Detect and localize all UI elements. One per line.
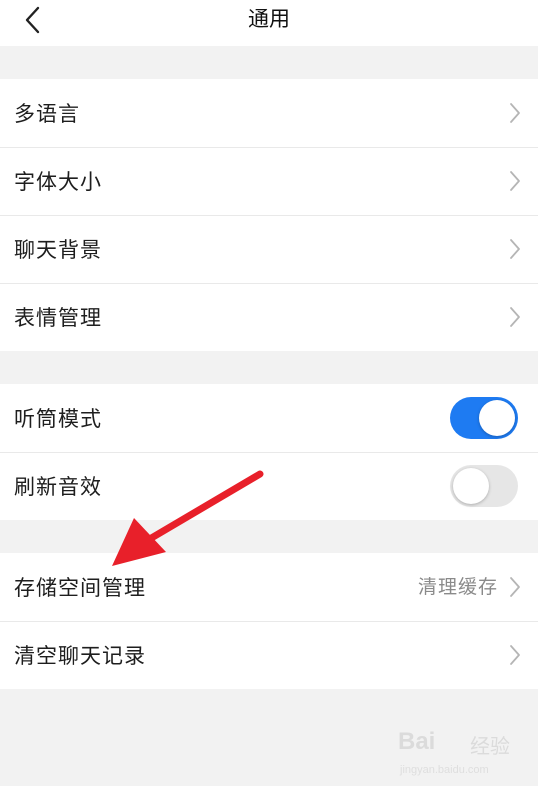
earpiece-mode-toggle[interactable] xyxy=(450,397,518,439)
row-label: 刷新音效 xyxy=(14,475,102,499)
nav-bar: 通用 xyxy=(0,0,538,46)
settings-row-earpiece-mode: 听筒模式 xyxy=(0,384,538,452)
row-label: 清空聊天记录 xyxy=(14,644,146,668)
settings-row-chat-background[interactable]: 聊天背景 xyxy=(0,215,538,283)
chevron-right-icon xyxy=(510,239,520,259)
row-label: 听筒模式 xyxy=(14,407,102,431)
toggle-knob xyxy=(453,468,489,504)
baidu-jingyan-watermark: Bai 经验 jingyan.baidu.com xyxy=(398,724,510,776)
watermark-text: 经验 xyxy=(470,734,510,758)
settings-row-sticker-management[interactable]: 表情管理 xyxy=(0,283,538,351)
refresh-sound-toggle[interactable] xyxy=(450,465,518,507)
clear-cache-hint: 清理缓存 xyxy=(417,576,498,598)
watermark-logo: Bai xyxy=(398,728,436,755)
page-title: 通用 xyxy=(248,7,290,31)
chevron-right-icon xyxy=(510,307,520,327)
toggle-knob xyxy=(479,400,515,436)
row-label: 存储空间管理 xyxy=(14,576,146,600)
chevron-right-icon xyxy=(510,645,520,665)
settings-row-font-size[interactable]: 字体大小 xyxy=(0,147,538,215)
chevron-right-icon xyxy=(510,171,520,191)
row-label: 多语言 xyxy=(14,102,80,126)
row-label: 聊天背景 xyxy=(14,238,102,262)
row-label: 字体大小 xyxy=(14,170,102,194)
settings-row-storage-management[interactable]: 存储空间管理 清理缓存 xyxy=(0,553,538,621)
row-label: 表情管理 xyxy=(14,306,102,330)
chevron-right-icon xyxy=(510,103,520,123)
settings-row-language[interactable]: 多语言 xyxy=(0,79,538,147)
settings-group-storage: 存储空间管理 清理缓存 清空聊天记录 xyxy=(0,553,538,689)
settings-group-sound: 听筒模式 刷新音效 xyxy=(0,384,538,520)
settings-group-display: 多语言 字体大小 聊天背景 表情管理 xyxy=(0,79,538,351)
settings-row-refresh-sound: 刷新音效 xyxy=(0,452,538,520)
chevron-right-icon xyxy=(510,577,520,597)
watermark-url: jingyan.baidu.com xyxy=(400,764,489,776)
settings-row-clear-chat-history[interactable]: 清空聊天记录 xyxy=(0,621,538,689)
